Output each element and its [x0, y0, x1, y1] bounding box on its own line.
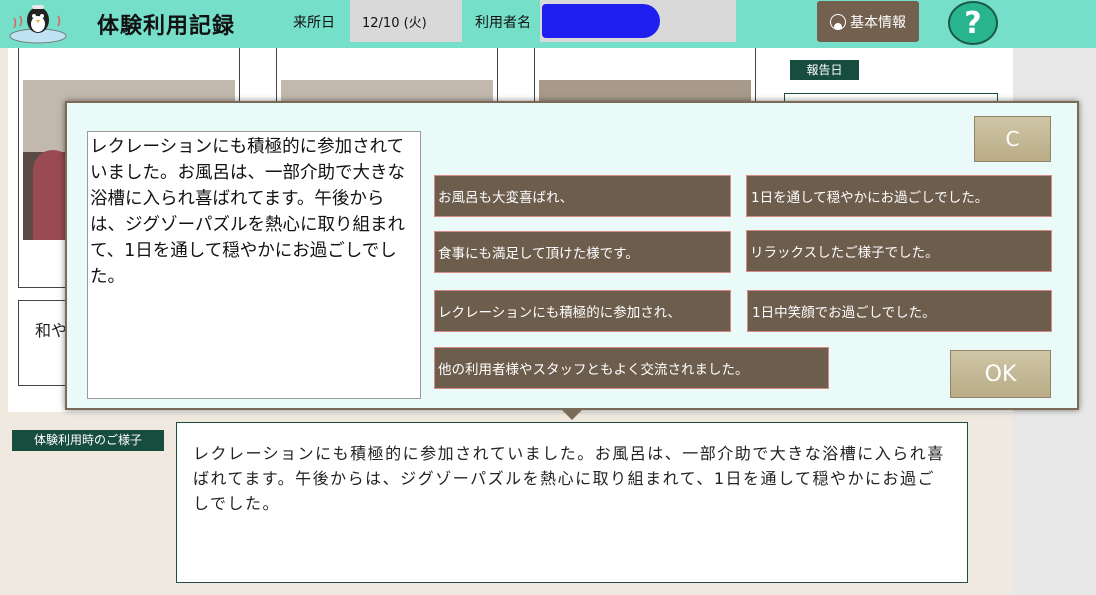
user-name-label: 利用者名: [475, 15, 531, 31]
status-textarea[interactable]: レクレーションにも積極的に参加されていました。お風呂は、一部介助で大きな浴槽に入…: [176, 422, 968, 583]
basic-info-label: 基本情報: [850, 14, 906, 31]
popup-text-area[interactable]: レクレーションにも積極的に参加されていました。お風呂は、一部介助で大きな浴槽に入…: [87, 131, 421, 399]
user-name-field[interactable]: [540, 0, 736, 42]
visit-date-label: 来所日: [293, 15, 335, 31]
popup-pointer: [561, 409, 583, 420]
phrase-button-4[interactable]: リラックスしたご様子でした。: [746, 230, 1052, 272]
clear-button[interactable]: C: [974, 116, 1051, 162]
phrase-button-5[interactable]: レクレーションにも積極的に参加され、: [434, 290, 731, 332]
basic-info-button[interactable]: 基本情報: [817, 1, 919, 42]
visit-date-value[interactable]: 12/10 (火): [350, 0, 462, 42]
redaction-mark: [542, 4, 660, 38]
phrase-button-7[interactable]: 他の利用者様やスタッフともよく交流されました。: [434, 347, 829, 389]
phrase-button-2[interactable]: 1日を通して穏やかにお過ごしでした。: [746, 175, 1052, 217]
phrase-button-3[interactable]: 食事にも満足して頂けた様です。: [434, 231, 731, 273]
report-date-label: 報告日: [790, 60, 859, 80]
penguin-onsen-logo: [9, 5, 67, 44]
help-button[interactable]: ?: [948, 1, 998, 45]
ok-button[interactable]: OK: [950, 350, 1051, 398]
phrase-picker-popup: レクレーションにも積極的に参加されていました。お風呂は、一部介助で大きな浴槽に入…: [65, 101, 1079, 410]
app-header: 体験利用記録 来所日 12/10 (火) 利用者名 基本情報 ?: [0, 0, 1096, 48]
phrase-button-1[interactable]: お風呂も大変喜ばれ、: [434, 175, 731, 217]
user-icon: [830, 13, 846, 30]
photo-comment-box[interactable]: 和や まれ: [18, 300, 70, 386]
phrase-button-6[interactable]: 1日中笑顔でお過ごしでした。: [747, 290, 1052, 332]
page-title: 体験利用記録: [97, 14, 236, 39]
status-label: 体験利用時のご様子: [12, 430, 164, 451]
